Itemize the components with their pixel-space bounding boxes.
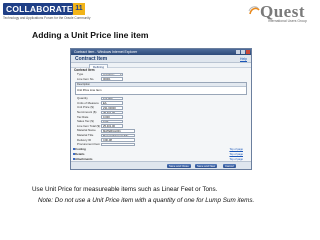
cancel-button[interactable]: Cancel bbox=[223, 163, 236, 169]
page-title: Adding a Unit Price line item bbox=[32, 30, 149, 40]
quest-logo: Quest International Users Group bbox=[248, 2, 314, 26]
tab-defining[interactable]: Defining bbox=[89, 64, 109, 69]
collaborate-wordmark: COLLABORATE bbox=[3, 3, 73, 15]
minimize-icon[interactable] bbox=[236, 50, 240, 54]
caption-note: Note: Do not use a Unit Price item with … bbox=[38, 197, 255, 204]
collaborate-logo: COLLABORATE 11 Technology and Applicatio… bbox=[3, 3, 91, 23]
window-heading-text: Contract Item bbox=[75, 56, 108, 62]
close-icon[interactable] bbox=[246, 50, 250, 54]
description-text[interactable]: Unit Price Line Item bbox=[76, 87, 246, 93]
quest-swirl-icon bbox=[248, 6, 260, 15]
caption-unit-price: Use Unit Price for measureable items suc… bbox=[32, 186, 218, 193]
field-input[interactable]: 00001 bbox=[101, 77, 123, 81]
form-row: Line Item No. 00001 bbox=[71, 77, 251, 82]
collaborate-tagline: Technology and Applications Forum for th… bbox=[3, 16, 91, 20]
maximize-icon[interactable] bbox=[241, 50, 245, 54]
help-link[interactable]: Help bbox=[240, 55, 247, 63]
save-and-close-button[interactable]: Save and Close bbox=[167, 163, 191, 169]
tab-strip: Defining bbox=[71, 63, 251, 69]
contract-item-window: Contract Item - Windows Internet Explore… bbox=[70, 48, 252, 170]
window-title-text: Contract Item - Windows Internet Explore… bbox=[74, 50, 138, 54]
window-controls bbox=[236, 50, 250, 54]
field-label: Line Item No. bbox=[77, 76, 95, 81]
description-box[interactable]: Description Unit Price Line Item bbox=[75, 82, 247, 96]
quest-subtitle: International Users Group bbox=[268, 19, 307, 23]
save-and-new-button[interactable]: Save and New bbox=[195, 163, 218, 169]
window-heading: Contract Item Help bbox=[71, 55, 251, 63]
collaborate-year: 11 bbox=[73, 3, 85, 15]
window-footer: Save and Close Save and New Cancel bbox=[71, 161, 251, 169]
